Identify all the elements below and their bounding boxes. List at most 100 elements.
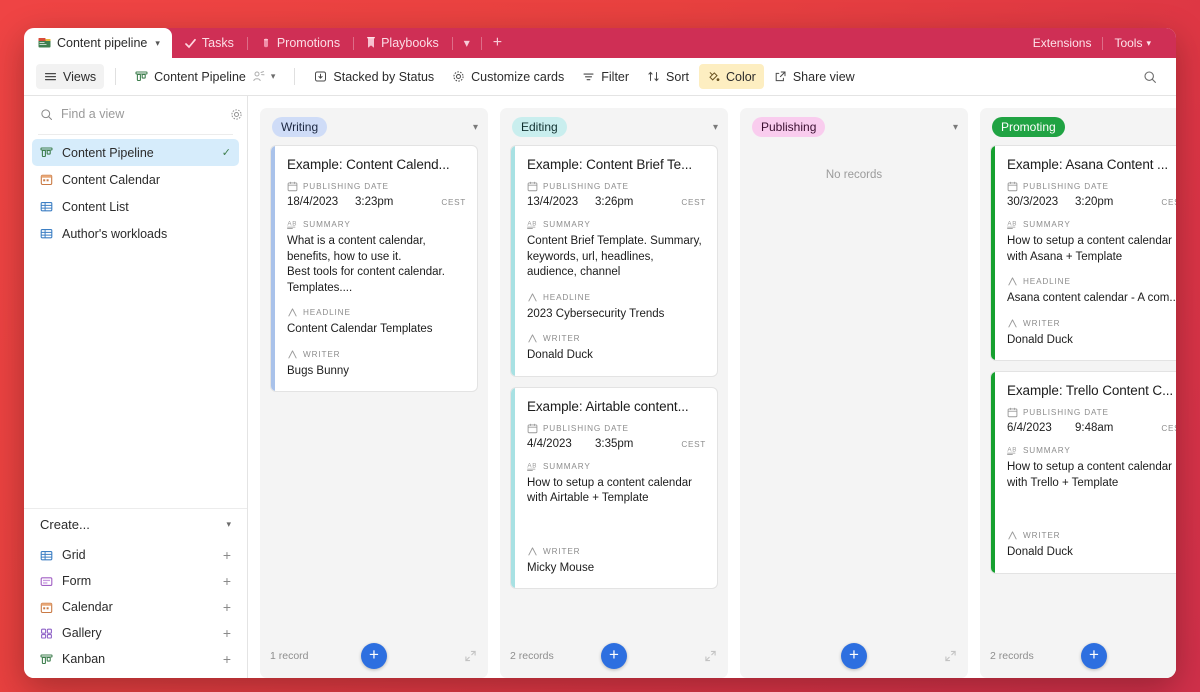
kanban-card[interactable]: Example: Airtable content... PUBLISHING D… (510, 386, 718, 589)
current-view-label: Content Pipeline (154, 69, 246, 84)
create-section-header[interactable]: Create... ▾ (24, 508, 247, 540)
card-color-stripe (511, 387, 515, 588)
plus-icon[interactable]: + (223, 548, 231, 562)
plus-icon[interactable]: + (223, 652, 231, 666)
tab-promotions[interactable]: Promotions (248, 28, 353, 58)
app-body: Content Pipeline ✓ Content Calendar Cont… (24, 96, 1176, 678)
timezone-text: CEST (441, 198, 466, 207)
sidebar-item-content-pipeline[interactable]: Content Pipeline ✓ (32, 139, 239, 166)
collaborators-icon (252, 70, 265, 83)
kanban-card[interactable]: Example: Content Calend... PUBLISHING DAT… (270, 145, 478, 392)
plus-icon[interactable]: + (223, 600, 231, 614)
kanban-card[interactable]: Example: Trello Content C... PUBLISHING D… (990, 371, 1176, 574)
tools-button[interactable]: Tools ▾ (1103, 36, 1162, 50)
create-item-grid[interactable]: Grid + (24, 542, 247, 568)
color-button[interactable]: Color (698, 64, 764, 89)
field-label: PUBLISHING DATE (287, 181, 466, 192)
expand-icon[interactable] (945, 650, 956, 662)
sidebar-item-content-calendar[interactable]: Content Calendar (32, 166, 239, 193)
create-item-label: Calendar (62, 600, 113, 614)
svg-text:Ab: Ab (1007, 446, 1017, 453)
find-a-view-row (24, 96, 247, 132)
find-a-view-input[interactable] (61, 107, 222, 121)
sidebar-item-authors-workloads[interactable]: Author's workloads (32, 220, 239, 247)
long-text-icon: Ab (527, 461, 538, 472)
add-record-button[interactable]: + (1081, 643, 1107, 669)
check-icon: ✓ (221, 147, 231, 159)
create-item-gallery[interactable]: Gallery + (24, 620, 247, 646)
summary-value: How to setup a content calendar with Air… (527, 476, 692, 505)
column-cards: Example: Content Brief Te... PUBLISHING D… (500, 145, 728, 634)
create-item-kanban[interactable]: Kanban + (24, 646, 247, 672)
grid-icon (40, 227, 53, 240)
tab-overflow-button[interactable]: ▾ (453, 28, 481, 58)
sidebar-item-content-list[interactable]: Content List (32, 193, 239, 220)
chevron-down-icon[interactable]: ▾ (713, 122, 718, 133)
stacked-by-status-button[interactable]: Stacked by Status (306, 64, 442, 89)
card-color-stripe (271, 146, 275, 391)
add-record-button[interactable]: + (601, 643, 627, 669)
field-label-text: SUMMARY (543, 461, 591, 471)
megaphone-icon (261, 38, 271, 49)
tab-tasks[interactable]: Tasks (172, 28, 247, 58)
grid-icon (40, 549, 53, 562)
chevron-down-icon[interactable]: ▾ (155, 38, 160, 49)
sidebar-item-label: Content List (62, 199, 129, 214)
text-icon (527, 292, 538, 303)
field-spacer (1007, 502, 1176, 530)
summary-value: How to setup a content calendar with Asa… (1007, 235, 1172, 263)
card-color-stripe (991, 146, 995, 360)
chevron-down-icon[interactable]: ▾ (953, 122, 958, 133)
customize-cards-button[interactable]: Customize cards (444, 64, 572, 89)
gear-icon[interactable] (230, 108, 243, 121)
toolbar-search-button[interactable] (1135, 64, 1164, 89)
kanban-card[interactable]: Example: Asana Content ... PUBLISHING DAT… (990, 145, 1176, 361)
add-tab-button[interactable]: + (482, 28, 513, 58)
sidebar-create-section: Create... ▾ Grid + Form + Calendar + Gal… (24, 508, 247, 678)
field-publishing-date: PUBLISHING DATE 30/3/2023 3:20pm CEST (1007, 181, 1176, 208)
plus-icon: + (492, 34, 503, 51)
field-label-text: SUMMARY (1023, 446, 1071, 455)
plus-icon[interactable]: + (223, 626, 231, 640)
date-text: 13/4/2023 (527, 196, 579, 208)
chevron-down-icon[interactable]: ▾ (271, 71, 276, 82)
text-icon (1007, 530, 1018, 541)
add-record-button[interactable]: + (841, 643, 867, 669)
kanban-card[interactable]: Example: Content Brief Te... PUBLISHING D… (510, 145, 718, 377)
expand-icon[interactable] (465, 650, 476, 662)
current-view-button[interactable]: Content Pipeline ▾ (127, 64, 283, 89)
summary-value: What is a content calendar, benefits, ho… (287, 235, 445, 294)
field-writer: WRITER Bugs Bunny (287, 349, 466, 380)
tab-playbooks[interactable]: Playbooks (354, 28, 452, 58)
grid-icon (40, 200, 53, 213)
expand-icon[interactable] (705, 650, 716, 662)
book-stack-icon (38, 37, 51, 49)
sort-button[interactable]: Sort (639, 64, 697, 89)
field-label-text: PUBLISHING DATE (1023, 182, 1109, 191)
card-title: Example: Content Calend... (287, 157, 450, 172)
column-footer: 2 records + (980, 634, 1176, 678)
share-icon (774, 70, 787, 83)
create-item-calendar[interactable]: Calendar + (24, 594, 247, 620)
views-button[interactable]: Views (36, 64, 105, 89)
column-cards: Example: Content Calend... PUBLISHING DAT… (260, 145, 488, 634)
column-footer: 1 record + (260, 634, 488, 678)
hamburger-icon (44, 70, 57, 83)
plus-icon[interactable]: + (223, 574, 231, 588)
summary-value: Content Brief Template. Summary, keyword… (527, 235, 702, 278)
field-headline: HEADLINE Asana content calendar - A com..… (1007, 276, 1176, 307)
field-label: PUBLISHING DATE (527, 423, 706, 434)
publishing-date-value: 6/4/2023 9:48am CEST (1007, 422, 1176, 434)
field-label-text: PUBLISHING DATE (543, 423, 629, 433)
chevron-down-icon[interactable]: ▾ (473, 122, 478, 133)
create-item-form[interactable]: Form + (24, 568, 247, 594)
publishing-date-value: 30/3/2023 3:20pm CEST (1007, 196, 1176, 208)
add-record-button[interactable]: + (361, 643, 387, 669)
extensions-button[interactable]: Extensions (1022, 36, 1103, 50)
tab-content-pipeline[interactable]: Content pipeline ▾ (24, 28, 172, 58)
field-label: Ab SUMMARY (1007, 445, 1176, 456)
app-window: Content pipeline ▾ Tasks Promotions Play… (24, 28, 1176, 678)
share-view-button[interactable]: Share view (766, 64, 863, 89)
svg-text:Ab: Ab (527, 220, 537, 227)
filter-button[interactable]: Filter (574, 64, 637, 89)
